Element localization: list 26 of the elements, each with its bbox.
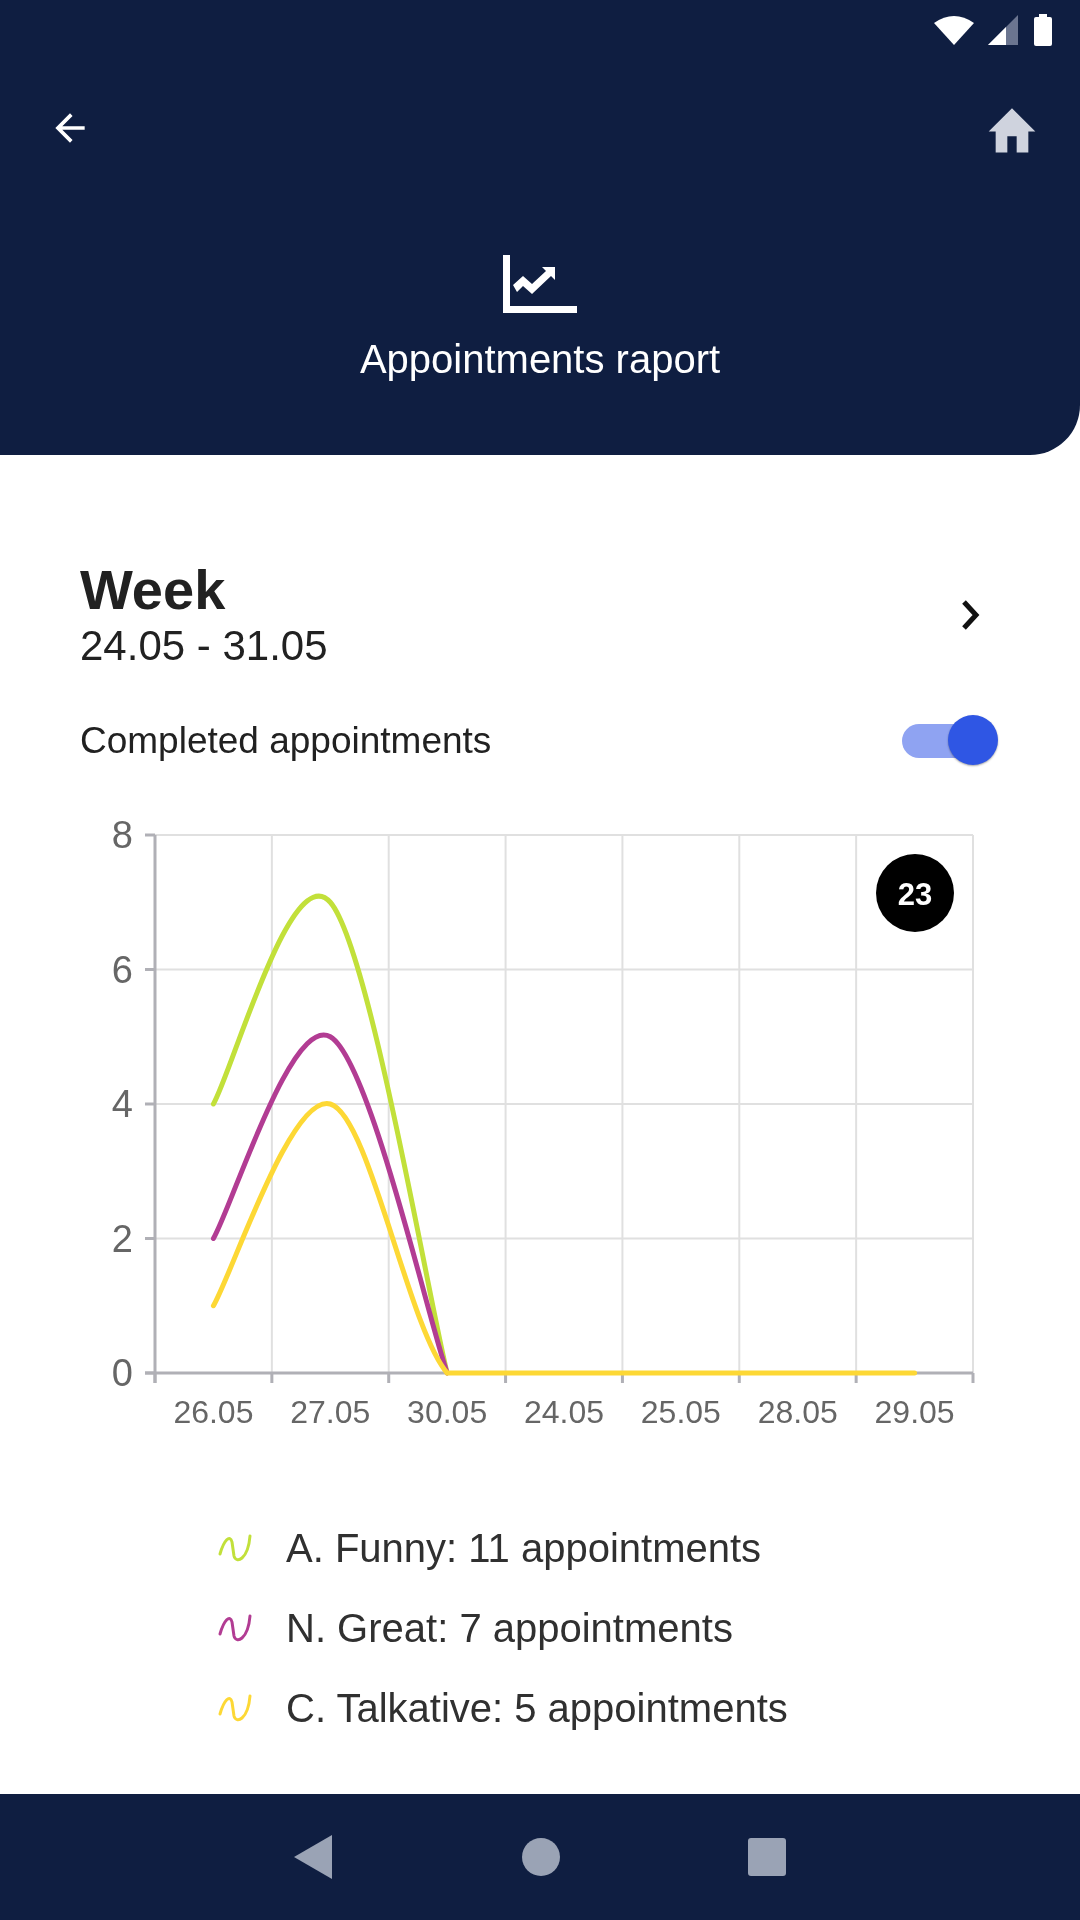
legend-item: N. Great: 7 appointments: [286, 1605, 733, 1653]
period-label: Week: [80, 559, 227, 621]
battery-icon: [1034, 14, 1052, 46]
back-nav-button[interactable]: [294, 1835, 334, 1879]
x-tick-label: 27.05: [290, 1394, 371, 1431]
wifi-icon: [934, 15, 974, 45]
y-tick-label: 6: [111, 949, 133, 991]
legend-item: C. Talkative: 5 appointments: [286, 1685, 788, 1733]
y-tick-label: 4: [111, 1083, 133, 1126]
y-tick-label: 8: [111, 818, 133, 857]
x-tick-label: 30.05: [407, 1394, 488, 1431]
x-tick-label: 28.05: [757, 1394, 838, 1431]
x-tick-label: 24.05: [523, 1394, 605, 1431]
screen-title: Appointments raport: [359, 336, 721, 383]
x-tick-label: 26.05: [173, 1394, 254, 1431]
date-range: 24.05 - 31.05: [80, 620, 328, 671]
x-tick-label: 29.05: [874, 1394, 955, 1431]
legend-item: A. Funny: 11 appointments: [286, 1525, 762, 1573]
home-nav-button[interactable]: [522, 1838, 560, 1876]
toggle-label: Completed appointments: [80, 719, 492, 763]
y-tick-label: 2: [111, 1218, 133, 1260]
trend-chart-icon: [503, 255, 577, 313]
signal-icon: [988, 15, 1020, 45]
x-tick-label: 25.05: [640, 1394, 721, 1431]
count-badge: 23: [876, 854, 954, 933]
y-tick-label: 0: [111, 1352, 133, 1395]
